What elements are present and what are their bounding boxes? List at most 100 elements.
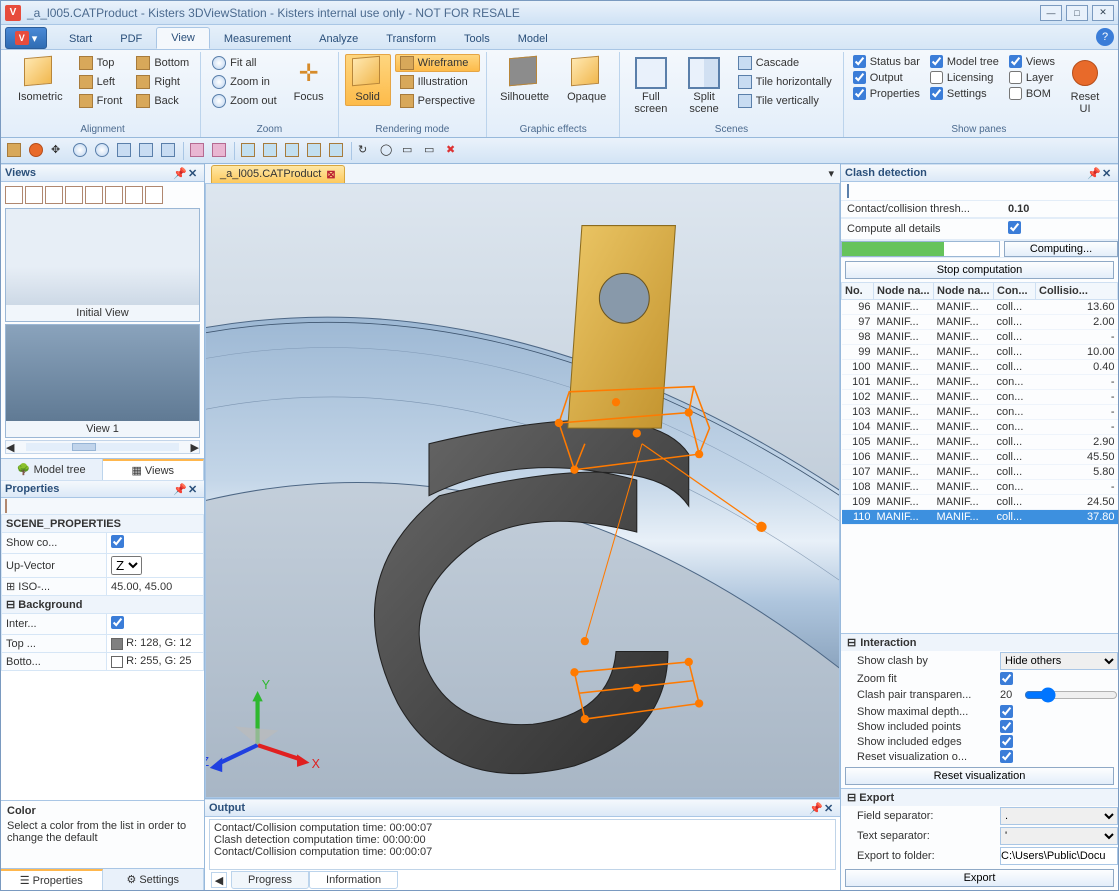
zoomin-button[interactable]: Zoom in <box>207 73 281 91</box>
incedges-check[interactable] <box>1000 735 1013 748</box>
doc-close-icon[interactable]: ⊠ <box>326 168 335 181</box>
clash-row[interactable]: 103MANIF...MANIF...con...- <box>842 405 1118 420</box>
isometric-button[interactable]: Isometric <box>11 54 70 106</box>
qat-cube-icon[interactable] <box>7 143 23 159</box>
reset-visualization-button[interactable]: Reset visualization <box>845 767 1114 785</box>
computing-button[interactable]: Computing... <box>1004 241 1118 257</box>
solid-button[interactable]: Solid <box>345 54 391 106</box>
tab-settings-panel[interactable]: ⚙Settings <box>103 869 205 890</box>
silhouette-button[interactable]: Silhouette <box>493 54 556 106</box>
clash-row[interactable]: 99MANIF...MANIF...coll...10.00 <box>842 345 1118 360</box>
col-no[interactable]: No. <box>842 283 874 300</box>
clash-pin-icon[interactable]: 📌 <box>1087 167 1099 179</box>
folder-input[interactable] <box>1000 847 1118 865</box>
output-check[interactable]: Output <box>850 70 923 85</box>
splitscene-button[interactable]: Split scene <box>679 54 728 118</box>
zoomout-button[interactable]: Zoom out <box>207 92 281 110</box>
cascade-button[interactable]: Cascade <box>733 54 837 72</box>
tab-tools[interactable]: Tools <box>450 29 504 49</box>
prop-bottom-value[interactable]: R: 255, G: 25 <box>107 653 204 671</box>
view-1[interactable]: View 1 <box>5 324 200 438</box>
qat-circle-icon[interactable]: ◯ <box>380 143 396 159</box>
tab-measurement[interactable]: Measurement <box>210 29 305 49</box>
zoomfit-check[interactable] <box>1000 672 1013 685</box>
resetvis-check[interactable] <box>1000 750 1013 763</box>
clash-row[interactable]: 104MANIF...MANIF...con...- <box>842 420 1118 435</box>
clash-row[interactable]: 108MANIF...MANIF...con...- <box>842 480 1118 495</box>
qat-loop-icon[interactable]: ↻ <box>358 143 374 159</box>
incpoints-check[interactable] <box>1000 720 1013 733</box>
showby-select[interactable]: Hide others <box>1000 652 1118 670</box>
views-close-icon[interactable]: ✕ <box>188 167 200 179</box>
col-collision[interactable]: Collisio... <box>1036 283 1118 300</box>
clash-row[interactable]: 97MANIF...MANIF...coll...2.00 <box>842 315 1118 330</box>
qat-rect-icon[interactable]: ▭ <box>402 143 418 159</box>
fullscreen-button[interactable]: Full screen <box>626 54 675 118</box>
focus-button[interactable]: ✛Focus <box>286 54 332 106</box>
qat-g4-icon[interactable] <box>307 143 323 159</box>
qat-g1-icon[interactable] <box>241 143 257 159</box>
output-tab-progress[interactable]: Progress <box>231 871 309 889</box>
qat-mode2-icon[interactable] <box>212 143 228 159</box>
maximize-button[interactable]: □ <box>1066 5 1088 21</box>
qat-select3-icon[interactable] <box>161 143 177 159</box>
qat-text-icon[interactable]: ▭ <box>424 143 440 159</box>
output-close-icon[interactable]: ✕ <box>824 802 836 814</box>
stop-computation-button[interactable]: Stop computation <box>845 261 1114 279</box>
output-pin-icon[interactable]: 📌 <box>809 802 821 814</box>
right-button[interactable]: Right <box>131 73 194 91</box>
tilev-button[interactable]: Tile vertically <box>733 92 837 110</box>
pin-icon[interactable]: 📌 <box>173 167 185 179</box>
app-menu-button[interactable]: V ▾ <box>5 27 47 49</box>
qat-mode1-icon[interactable] <box>190 143 206 159</box>
clash-row[interactable]: 110MANIF...MANIF...coll...37.80 <box>842 510 1118 525</box>
props-tool-icon[interactable] <box>5 499 7 513</box>
licensing-check[interactable]: Licensing <box>927 70 1002 85</box>
front-button[interactable]: Front <box>74 92 128 110</box>
clash-row[interactable]: 107MANIF...MANIF...coll...5.80 <box>842 465 1118 480</box>
textsep-select[interactable]: ' <box>1000 827 1118 845</box>
clash-close-icon[interactable]: ✕ <box>1102 167 1114 179</box>
qat-refresh-icon[interactable] <box>29 143 45 159</box>
export-button[interactable]: Export <box>845 869 1114 887</box>
document-tab[interactable]: _a_l005.CATProduct⊠ <box>211 165 345 183</box>
prop-upvector-select[interactable]: Z <box>111 556 142 575</box>
back-button[interactable]: Back <box>131 92 194 110</box>
vt-3[interactable] <box>45 186 63 204</box>
tab-properties[interactable]: ☰Properties <box>1 869 103 890</box>
fieldsep-select[interactable]: . <box>1000 807 1118 825</box>
qat-select-icon[interactable] <box>117 143 133 159</box>
wireframe-button[interactable]: Wireframe <box>395 54 480 72</box>
clash-results-grid[interactable]: No. Node na... Node na... Con... Collisi… <box>841 282 1118 633</box>
tab-start[interactable]: Start <box>55 29 106 49</box>
tab-analyze[interactable]: Analyze <box>305 29 372 49</box>
vt-4[interactable] <box>65 186 83 204</box>
tab-modeltree[interactable]: 🌳Model tree <box>1 459 103 480</box>
qat-move-icon[interactable]: ✥ <box>51 143 67 159</box>
threshold-value[interactable]: 0.10 <box>1008 203 1029 215</box>
clash-row[interactable]: 105MANIF...MANIF...coll...2.90 <box>842 435 1118 450</box>
clash-row[interactable]: 106MANIF...MANIF...coll...45.50 <box>842 450 1118 465</box>
qat-g5-icon[interactable] <box>329 143 345 159</box>
clash-row[interactable]: 100MANIF...MANIF...coll...0.40 <box>842 360 1118 375</box>
tileh-button[interactable]: Tile horizontally <box>733 73 837 91</box>
clash-row[interactable]: 102MANIF...MANIF...con...- <box>842 390 1118 405</box>
layer-check[interactable]: Layer <box>1006 70 1058 85</box>
tab-pdf[interactable]: PDF <box>106 29 156 49</box>
props-pin-icon[interactable]: 📌 <box>173 483 185 495</box>
clash-row[interactable]: 109MANIF...MANIF...coll...24.50 <box>842 495 1118 510</box>
clash-row[interactable]: 101MANIF...MANIF...con...- <box>842 375 1118 390</box>
col-contact[interactable]: Con... <box>994 283 1036 300</box>
left-button[interactable]: Left <box>74 73 128 91</box>
close-button[interactable]: ✕ <box>1092 5 1114 21</box>
props-close-icon[interactable]: ✕ <box>188 483 200 495</box>
doc-dropdown-icon[interactable]: ▾ <box>828 167 834 180</box>
output-tab-info[interactable]: Information <box>309 871 398 889</box>
qat-g3-icon[interactable] <box>285 143 301 159</box>
vt-8[interactable] <box>145 186 163 204</box>
vt-5[interactable] <box>85 186 103 204</box>
tab-transform[interactable]: Transform <box>372 29 450 49</box>
views-check[interactable]: Views <box>1006 54 1058 69</box>
qat-select2-icon[interactable] <box>139 143 155 159</box>
qat-zoom-icon[interactable] <box>95 143 111 159</box>
